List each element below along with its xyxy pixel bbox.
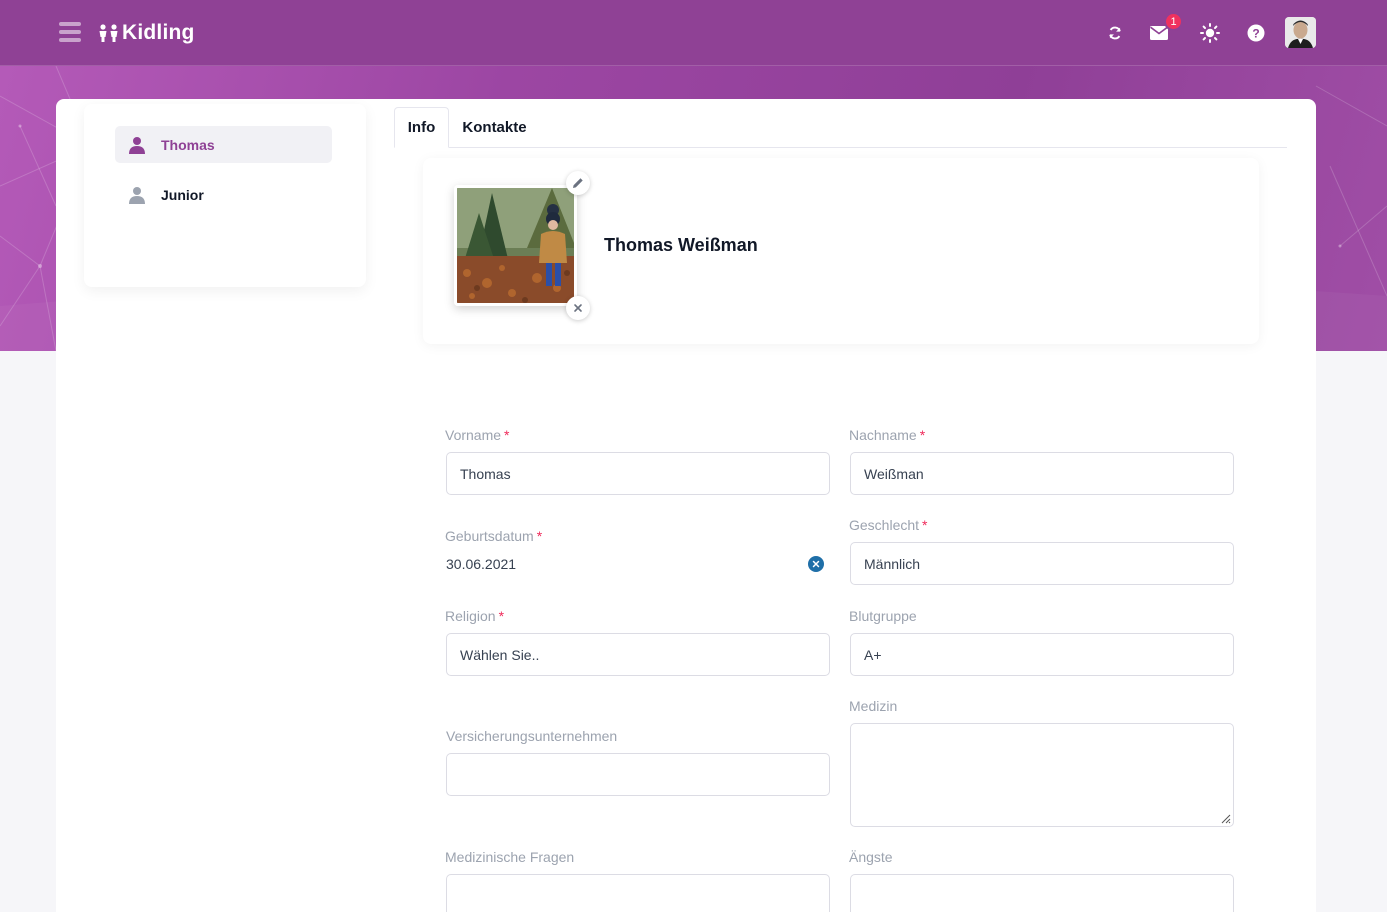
tab-bar: Info Kontakte: [394, 107, 1287, 148]
clear-date-button[interactable]: [808, 556, 824, 572]
person-icon: [129, 186, 145, 204]
help-button[interactable]: ?: [1243, 20, 1269, 46]
nachname-label: Nachname *: [849, 427, 926, 443]
geburtsdatum-input[interactable]: 30.06.2021: [446, 556, 516, 572]
profile-photo: [454, 185, 577, 306]
versicherung-label: Versicherungsunternehmen: [446, 728, 618, 744]
edit-photo-button[interactable]: [566, 171, 590, 195]
app-name: Kidling: [122, 21, 195, 44]
menu-toggle-button[interactable]: [59, 22, 81, 42]
tab-info[interactable]: Info: [394, 107, 449, 148]
blutgruppe-input[interactable]: A+: [850, 633, 1234, 676]
child-photo-image: [457, 188, 574, 303]
sun-icon: [1200, 23, 1220, 43]
nachname-input[interactable]: Weißman: [850, 452, 1234, 495]
vorname-label: Vorname *: [445, 427, 510, 443]
refresh-button[interactable]: [1102, 20, 1128, 46]
envelope-icon: [1150, 26, 1168, 40]
blutgruppe-label: Blutgruppe: [849, 608, 917, 624]
pencil-icon: [573, 178, 583, 188]
medizinische-fragen-input[interactable]: [446, 874, 830, 912]
hamburger-icon: [59, 22, 81, 26]
geburtsdatum-label: Geburtsdatum *: [445, 528, 543, 544]
religion-select[interactable]: Wählen Sie..: [446, 633, 830, 676]
geschlecht-select[interactable]: Männlich: [850, 542, 1234, 585]
notification-badge: 1: [1164, 12, 1183, 31]
user-avatar[interactable]: [1285, 17, 1316, 48]
app-logo[interactable]: Kidling: [98, 19, 195, 47]
versicherung-input[interactable]: [446, 753, 830, 796]
person-icon: [129, 136, 145, 154]
aengste-label: Ängste: [849, 849, 893, 865]
user-photo-icon: [1285, 17, 1316, 48]
clear-icon: [812, 560, 820, 568]
top-bar: [0, 0, 1387, 66]
tab-kontakte[interactable]: Kontakte: [456, 107, 533, 148]
medizin-textarea[interactable]: [850, 723, 1234, 827]
sidebar-item-label: Thomas: [161, 136, 215, 153]
medizin-label: Medizin: [849, 698, 898, 714]
vorname-input[interactable]: Thomas: [446, 452, 830, 495]
sidebar-item-label: Junior: [161, 186, 204, 203]
remove-photo-button[interactable]: [566, 296, 590, 320]
geschlecht-label: Geschlecht *: [849, 517, 928, 533]
sidebar-item-junior[interactable]: Junior: [115, 176, 332, 213]
svg-text:?: ?: [1252, 26, 1259, 40]
question-circle-icon: ?: [1247, 24, 1265, 42]
religion-label: Religion *: [445, 608, 505, 624]
aengste-input[interactable]: [850, 874, 1234, 912]
medizinische-fragen-label: Medizinische Fragen: [445, 849, 575, 865]
theme-toggle-button[interactable]: [1197, 20, 1223, 46]
refresh-icon: [1109, 26, 1121, 40]
resize-handle-icon[interactable]: [1219, 812, 1231, 824]
profile-full-name: Thomas Weißman: [604, 235, 758, 255]
close-icon: [574, 304, 582, 312]
sidebar-item-thomas[interactable]: Thomas: [115, 126, 332, 163]
children-logo-icon: [99, 24, 118, 42]
